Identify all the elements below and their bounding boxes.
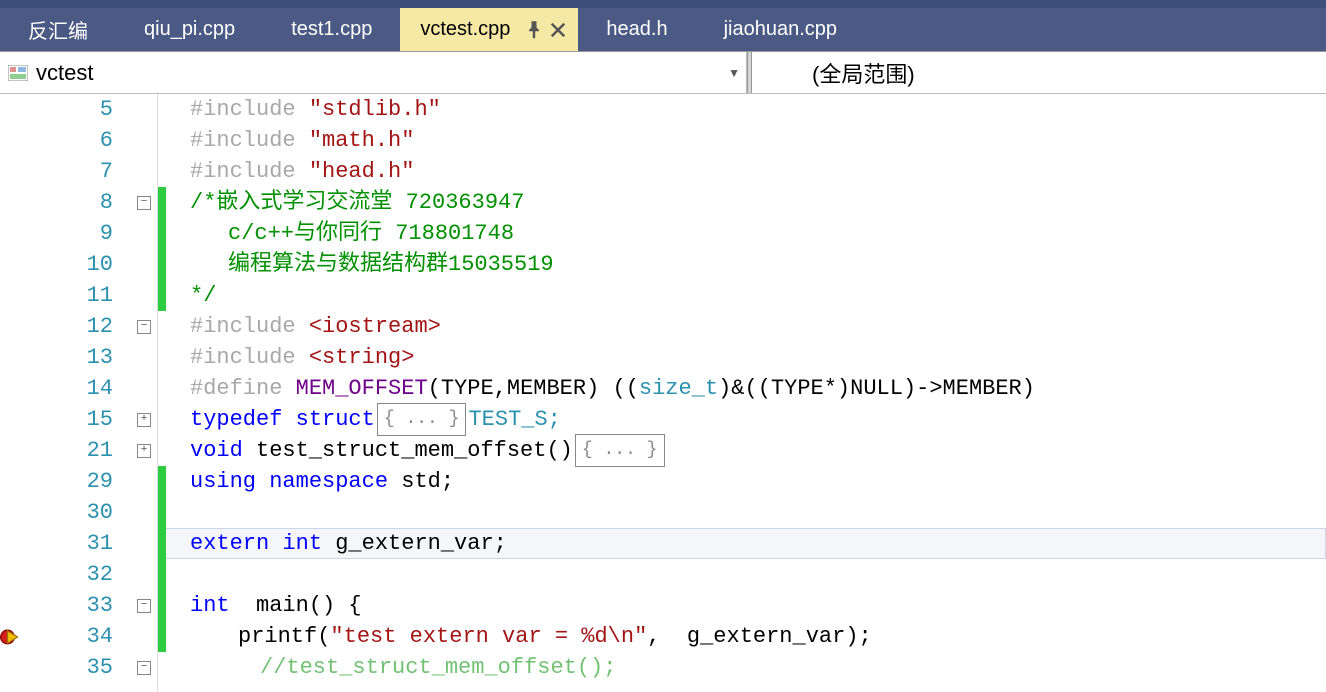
code-line[interactable]: //test_struct_mem_offset(); bbox=[158, 652, 1326, 683]
tab-disassembly[interactable]: 反汇编 bbox=[0, 8, 116, 51]
line-number: 33 bbox=[20, 590, 131, 621]
code-line-current[interactable]: extern int g_extern_var; bbox=[158, 528, 1326, 559]
line-number: 34 bbox=[20, 621, 131, 652]
line-number: 15 bbox=[20, 404, 131, 435]
tab-label: vctest.cpp bbox=[420, 18, 510, 41]
close-icon[interactable] bbox=[548, 20, 568, 40]
fold-minus-icon[interactable]: − bbox=[137, 196, 151, 210]
line-number: 35 bbox=[20, 652, 131, 683]
code-line[interactable]: #include "head.h" bbox=[158, 156, 1326, 187]
pin-icon[interactable] bbox=[524, 20, 544, 40]
code-line[interactable]: /*嵌入式学习交流堂 720363947 bbox=[158, 187, 1326, 218]
change-marker bbox=[158, 559, 166, 590]
change-marker bbox=[158, 497, 166, 528]
collapsed-region[interactable]: { ... } bbox=[575, 434, 665, 467]
code-line[interactable]: */ bbox=[158, 280, 1326, 311]
code-line[interactable]: #include <iostream> bbox=[158, 311, 1326, 342]
change-marker bbox=[158, 466, 166, 497]
project-icon bbox=[6, 63, 30, 83]
editor-content[interactable]: #include "stdlib.h" #include "math.h" #i… bbox=[158, 94, 1326, 692]
code-line[interactable] bbox=[158, 497, 1326, 528]
change-marker bbox=[158, 187, 166, 218]
code-line[interactable]: c/c++与你同行 718801748 bbox=[158, 218, 1326, 249]
navigation-bar: vctest ▼ (全局范围) bbox=[0, 52, 1326, 94]
change-marker bbox=[158, 621, 166, 652]
change-marker bbox=[158, 280, 166, 311]
fold-minus-icon[interactable]: − bbox=[137, 599, 151, 613]
line-number: 12 bbox=[20, 311, 131, 342]
code-line[interactable]: int main() { bbox=[158, 590, 1326, 621]
dropdown-icon: ▼ bbox=[728, 66, 740, 80]
code-line[interactable] bbox=[158, 559, 1326, 590]
code-line[interactable]: using namespace std; bbox=[158, 466, 1326, 497]
change-marker bbox=[158, 218, 166, 249]
line-number: 6 bbox=[20, 125, 131, 156]
tab-qiu-pi[interactable]: qiu_pi.cpp bbox=[116, 8, 263, 51]
tab-jiaohuan[interactable]: jiaohuan.cpp bbox=[696, 8, 865, 51]
fold-plus-icon[interactable]: + bbox=[137, 444, 151, 458]
change-marker bbox=[158, 528, 166, 559]
editor-gutter: 5 6 7 8− 9 10 11 12− 13 14 15+ 21+ 29 30… bbox=[0, 94, 158, 692]
fold-plus-icon[interactable]: + bbox=[137, 413, 151, 427]
line-number: 29 bbox=[20, 466, 131, 497]
code-line[interactable]: typedef struct{ ... }TEST_S; bbox=[158, 404, 1326, 435]
line-number: 8 bbox=[20, 187, 131, 218]
line-number: 7 bbox=[20, 156, 131, 187]
scope-label: (全局范围) bbox=[812, 57, 915, 89]
fold-minus-icon[interactable]: − bbox=[137, 661, 151, 675]
breakpoint-current-icon[interactable] bbox=[0, 621, 20, 652]
line-number: 13 bbox=[20, 342, 131, 373]
project-name: vctest bbox=[36, 60, 93, 86]
tab-test1[interactable]: test1.cpp bbox=[263, 8, 400, 51]
code-line[interactable]: printf("test extern var = %d\n", g_exter… bbox=[158, 621, 1326, 652]
change-marker bbox=[158, 590, 166, 621]
line-number: 32 bbox=[20, 559, 131, 590]
code-line[interactable]: #include "stdlib.h" bbox=[158, 94, 1326, 125]
window-top-border bbox=[0, 0, 1326, 8]
line-number: 30 bbox=[20, 497, 131, 528]
code-line[interactable]: void test_struct_mem_offset(){ ... } bbox=[158, 435, 1326, 466]
code-line[interactable]: #include "math.h" bbox=[158, 125, 1326, 156]
line-number: 31 bbox=[20, 528, 131, 559]
change-marker bbox=[158, 249, 166, 280]
code-line[interactable]: 编程算法与数据结构群15035519 bbox=[158, 249, 1326, 280]
tab-vctest-active[interactable]: vctest.cpp bbox=[400, 8, 578, 51]
line-number: 11 bbox=[20, 280, 131, 311]
collapsed-region[interactable]: { ... } bbox=[377, 403, 467, 436]
fold-minus-icon[interactable]: − bbox=[137, 320, 151, 334]
editor-tab-bar: 反汇编 qiu_pi.cpp test1.cpp vctest.cpp head… bbox=[0, 8, 1326, 52]
line-number: 10 bbox=[20, 249, 131, 280]
code-line[interactable]: #define MEM_OFFSET(TYPE,MEMBER) ((size_t… bbox=[158, 373, 1326, 404]
project-selector[interactable]: vctest ▼ bbox=[0, 52, 747, 93]
line-number: 14 bbox=[20, 373, 131, 404]
tab-head-h[interactable]: head.h bbox=[578, 8, 695, 51]
line-number: 5 bbox=[20, 94, 131, 125]
line-number: 21 bbox=[20, 435, 131, 466]
scope-selector[interactable]: (全局范围) bbox=[752, 52, 1326, 93]
code-editor[interactable]: 5 6 7 8− 9 10 11 12− 13 14 15+ 21+ 29 30… bbox=[0, 94, 1326, 692]
line-number: 9 bbox=[20, 218, 131, 249]
code-line[interactable]: #include <string> bbox=[158, 342, 1326, 373]
